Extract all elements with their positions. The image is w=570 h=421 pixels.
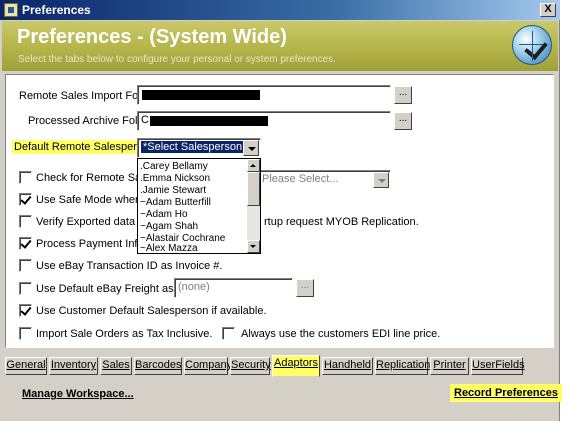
freight-item-browse-button[interactable]: ...: [296, 279, 314, 297]
scroll-up-icon[interactable]: [247, 159, 260, 172]
ebay-transaction-label: Use eBay Transaction ID as Invoice #.: [36, 260, 223, 272]
please-select-value: Please Select...: [262, 173, 339, 185]
safe-mode-checkbox[interactable]: [19, 193, 32, 206]
tab-adaptors[interactable]: Adaptors: [272, 355, 320, 377]
redacted-text: [142, 90, 260, 100]
header-banner: Preferences - (System Wide) Select the t…: [2, 21, 558, 71]
remote-import-browse-button[interactable]: ...: [394, 86, 412, 104]
tab-company[interactable]: Company: [184, 357, 232, 375]
salesperson-option[interactable]: ~Agam Shah: [140, 221, 198, 233]
tax-inclusive-label: Import Sale Orders as Tax Inclusive.: [36, 328, 213, 340]
verify-export-checkbox[interactable]: [19, 215, 32, 228]
close-button[interactable]: X: [540, 3, 556, 17]
processed-archive-field[interactable]: C: [137, 111, 391, 131]
edi-line-price-checkbox[interactable]: [222, 327, 235, 340]
tab-barcodes[interactable]: Barcodes: [134, 357, 182, 375]
tab-general[interactable]: General: [5, 357, 47, 375]
salesperson-option[interactable]: .Jamie Stewart: [140, 185, 206, 197]
title-bar: Preferences X: [0, 0, 560, 20]
processed-archive-browse-button[interactable]: ...: [394, 112, 412, 130]
page-subtitle: Select the tabs below to configure your …: [18, 54, 336, 65]
app-icon: [4, 3, 18, 17]
tab-printer[interactable]: Printer: [430, 357, 469, 375]
salesperson-dropdown-list[interactable]: .Carey Bellamy .Emma Nickson .Jamie Stew…: [137, 158, 261, 254]
record-preferences-link[interactable]: Record Preferences: [450, 384, 562, 402]
edi-line-price-label: Always use the customers EDI line price.: [241, 328, 441, 340]
salesperson-option[interactable]: ~Adam Ho: [140, 209, 188, 221]
ebay-transaction-checkbox[interactable]: [19, 259, 32, 272]
tax-inclusive-checkbox[interactable]: [19, 327, 32, 340]
scroll-down-icon[interactable]: [247, 240, 260, 253]
tab-userfields[interactable]: UserFields: [471, 357, 525, 375]
preferences-window: Preferences X Preferences - (System Wide…: [0, 0, 562, 421]
salesperson-option[interactable]: .Emma Nickson: [140, 173, 210, 185]
tab-inventory[interactable]: Inventory: [49, 357, 98, 375]
tab-sales[interactable]: Sales: [100, 357, 132, 375]
ebay-freight-checkbox[interactable]: [19, 282, 32, 295]
page-title: Preferences - (System Wide): [17, 26, 287, 48]
freight-item-field[interactable]: (none): [174, 278, 293, 298]
processed-archive-value: C: [141, 114, 149, 126]
default-salesperson-value: *Select Salesperson: [139, 140, 246, 154]
default-salesperson-select[interactable]: *Select Salesperson: [137, 138, 261, 158]
window-title: Preferences: [22, 3, 91, 17]
check-remote-sales-checkbox[interactable]: [19, 171, 32, 184]
salesperson-option[interactable]: ~Alex Mazza: [140, 243, 198, 253]
globe-check-icon: [512, 25, 552, 65]
chevron-down-icon[interactable]: [373, 172, 389, 188]
startup-replication-text: rtup request MYOB Replication.: [264, 216, 419, 228]
salesperson-option[interactable]: ~Adam Butterfill: [140, 197, 211, 209]
scroll-thumb[interactable]: [247, 172, 260, 206]
manage-workspace-link[interactable]: Manage Workspace...: [22, 388, 134, 400]
salesperson-option[interactable]: .Carey Bellamy: [140, 161, 208, 173]
tab-security[interactable]: Security: [230, 357, 271, 375]
tab-replication[interactable]: Replication: [375, 357, 430, 375]
redacted-text: [150, 116, 268, 126]
tab-handheld[interactable]: Handheld: [322, 357, 373, 375]
customer-salesperson-label: Use Customer Default Salesperson if avai…: [36, 305, 267, 317]
dropdown-scrollbar[interactable]: [247, 159, 260, 253]
remote-import-field[interactable]: [137, 85, 391, 105]
please-select-dropdown[interactable]: Please Select...: [255, 170, 391, 190]
customer-salesperson-checkbox[interactable]: [19, 304, 32, 317]
chevron-down-icon[interactable]: [243, 140, 259, 156]
process-payment-checkbox[interactable]: [19, 237, 32, 250]
